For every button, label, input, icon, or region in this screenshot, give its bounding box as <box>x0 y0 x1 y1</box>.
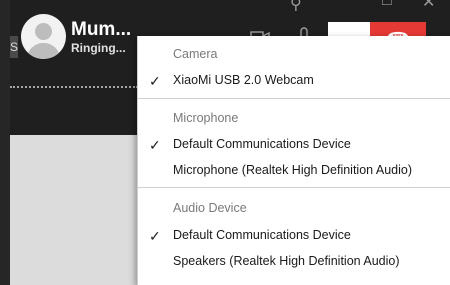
call-status: Ringing... <box>71 41 126 55</box>
caller-avatar <box>21 14 66 59</box>
menu-item-label: XiaoMi USB 2.0 Webcam <box>173 73 314 87</box>
avatar-head-shape <box>35 23 52 40</box>
menu-item-microphone-default[interactable]: ✓ Default Communications Device <box>138 133 450 157</box>
menu-item-microphone-realtek[interactable]: Microphone (Realtek High Definition Audi… <box>138 159 450 183</box>
maximize-icon[interactable]: □ <box>382 0 392 10</box>
avatar-body-shape <box>27 43 60 59</box>
menu-item-audio-default[interactable]: ✓ Default Communications Device <box>138 224 450 248</box>
menu-divider <box>138 187 450 188</box>
check-icon: ✓ <box>149 228 161 244</box>
microphone-section-header: Microphone <box>173 111 239 125</box>
menu-divider <box>138 98 450 99</box>
device-selection-menu: Camera ✓ XiaoMi USB 2.0 Webcam Microphon… <box>137 36 450 285</box>
call-progress-line <box>10 86 138 88</box>
menu-item-camera-xiaomi-webcam[interactable]: ✓ XiaoMi USB 2.0 Webcam <box>138 69 450 93</box>
search-icon[interactable]: ⚲ <box>290 0 302 14</box>
menu-item-label: Microphone (Realtek High Definition Audi… <box>173 163 413 177</box>
menu-item-label: Speakers (Realtek High Definition Audio) <box>173 254 400 268</box>
background-app-strip <box>0 0 10 285</box>
minimize-icon[interactable]: – <box>340 0 349 8</box>
close-icon[interactable]: ✕ <box>422 0 435 12</box>
menu-item-label: Default Communications Device <box>173 228 351 242</box>
check-icon: ✓ <box>149 73 161 89</box>
camera-section-header: Camera <box>173 47 218 61</box>
underlying-app-text: S <box>10 40 19 54</box>
caller-name: Mum... <box>71 19 132 40</box>
audio-device-section-header: Audio Device <box>173 201 247 215</box>
menu-item-label: Default Communications Device <box>173 137 351 151</box>
check-icon: ✓ <box>149 137 161 153</box>
underlying-app-fragment: S <box>10 36 18 58</box>
menu-item-audio-speakers-realtek[interactable]: Speakers (Realtek High Definition Audio) <box>138 250 450 274</box>
